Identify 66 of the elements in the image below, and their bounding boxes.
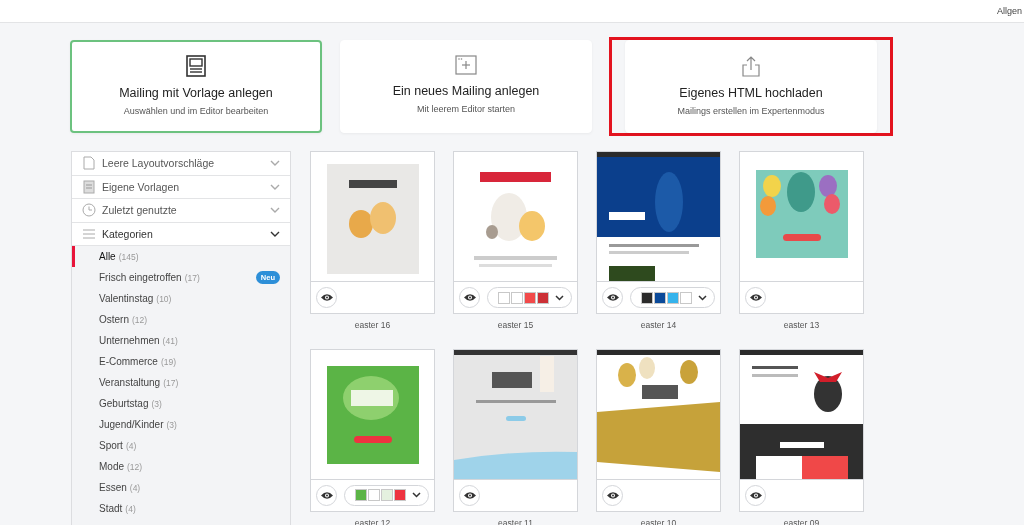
template-name: easter 09	[783, 517, 820, 525]
template-name: easter 14	[640, 320, 677, 330]
chevron-icon	[270, 160, 280, 167]
preview-button[interactable]	[602, 287, 623, 308]
chevron-icon	[555, 294, 564, 301]
sidebar-section[interactable]: Leere Layoutvorschläge	[72, 152, 290, 176]
template-name: easter 15	[497, 320, 534, 330]
category-item[interactable]: Mode (12)	[72, 456, 290, 477]
category-item[interactable]: Veranstaltung (17)	[72, 372, 290, 393]
color-scheme-dropdown[interactable]	[487, 287, 572, 308]
template-name: easter 10	[640, 517, 677, 525]
sidebar-section[interactable]: Kategorien	[72, 222, 290, 246]
template-name: easter 16	[354, 320, 391, 330]
layout-icon	[186, 55, 206, 77]
preview-button[interactable]	[459, 287, 480, 308]
category-item[interactable]: Unternehmen (41)	[72, 330, 290, 351]
template-icon	[82, 179, 96, 194]
sidebar-section[interactable]: Eigene Vorlagen	[72, 175, 290, 199]
preview-button[interactable]	[316, 287, 337, 308]
template-card[interactable]	[310, 151, 435, 314]
preview-button[interactable]	[745, 287, 766, 308]
chevron-icon	[270, 207, 280, 214]
sidebar-section[interactable]: Zuletzt genutzte	[72, 199, 290, 223]
chevron-icon	[270, 230, 280, 237]
template-card[interactable]	[739, 348, 864, 512]
create-option-card[interactable]: Mailing mit Vorlage anlegen Auswählen und im Editor bearbeiten	[70, 40, 322, 133]
category-item[interactable]: Jugend/Kinder (3)	[72, 414, 290, 435]
category-item[interactable]: Geburtstag (3)	[72, 393, 290, 414]
create-option-card[interactable]: Ein neues Mailing anlegen Mit leerem Editor starten	[340, 40, 592, 133]
category-item[interactable]: Sport (4)	[72, 435, 290, 456]
new-page-icon	[455, 55, 477, 75]
template-card[interactable]	[453, 348, 578, 512]
category-item[interactable]: E-Commerce (19)	[72, 351, 290, 372]
eye-icon	[605, 490, 620, 500]
color-scheme-dropdown[interactable]	[344, 484, 429, 506]
template-card[interactable]	[596, 151, 721, 314]
template-card[interactable]	[596, 348, 721, 512]
eye-icon	[605, 293, 620, 302]
preview-button[interactable]	[316, 484, 337, 506]
category-item[interactable]: Ostern (12)	[72, 309, 290, 330]
color-scheme-dropdown[interactable]	[630, 287, 715, 308]
preview-button[interactable]	[459, 484, 480, 506]
category-item[interactable]: Alle (145)	[72, 246, 290, 267]
eye-icon	[748, 490, 763, 500]
clock-icon	[82, 203, 96, 218]
template-name: easter 12	[354, 517, 391, 525]
preview-button[interactable]	[745, 484, 766, 506]
category-item[interactable]: Valentinstag (10)	[72, 288, 290, 309]
chevron-icon	[698, 294, 707, 301]
page-icon	[82, 156, 96, 171]
menu-icon	[82, 227, 96, 240]
eye-icon	[319, 293, 334, 302]
eye-icon	[319, 490, 334, 500]
preview-button[interactable]	[602, 484, 623, 506]
eye-icon	[462, 490, 477, 500]
menu-label[interactable]: Allgen	[996, 6, 1024, 16]
category-item[interactable]: Essen (4)	[72, 477, 290, 498]
template-name: easter 11	[498, 517, 533, 525]
upload-icon	[741, 55, 761, 77]
chevron-icon	[412, 492, 421, 498]
create-option-card[interactable]: Eigenes HTML hochladen Mailings erstellen im Expertenmodus	[625, 40, 877, 133]
eye-icon	[462, 293, 477, 302]
eye-icon	[748, 293, 763, 302]
category-item[interactable]: Stadt (4)	[72, 498, 290, 519]
chevron-icon	[270, 183, 280, 190]
template-name: easter 13	[783, 320, 820, 330]
